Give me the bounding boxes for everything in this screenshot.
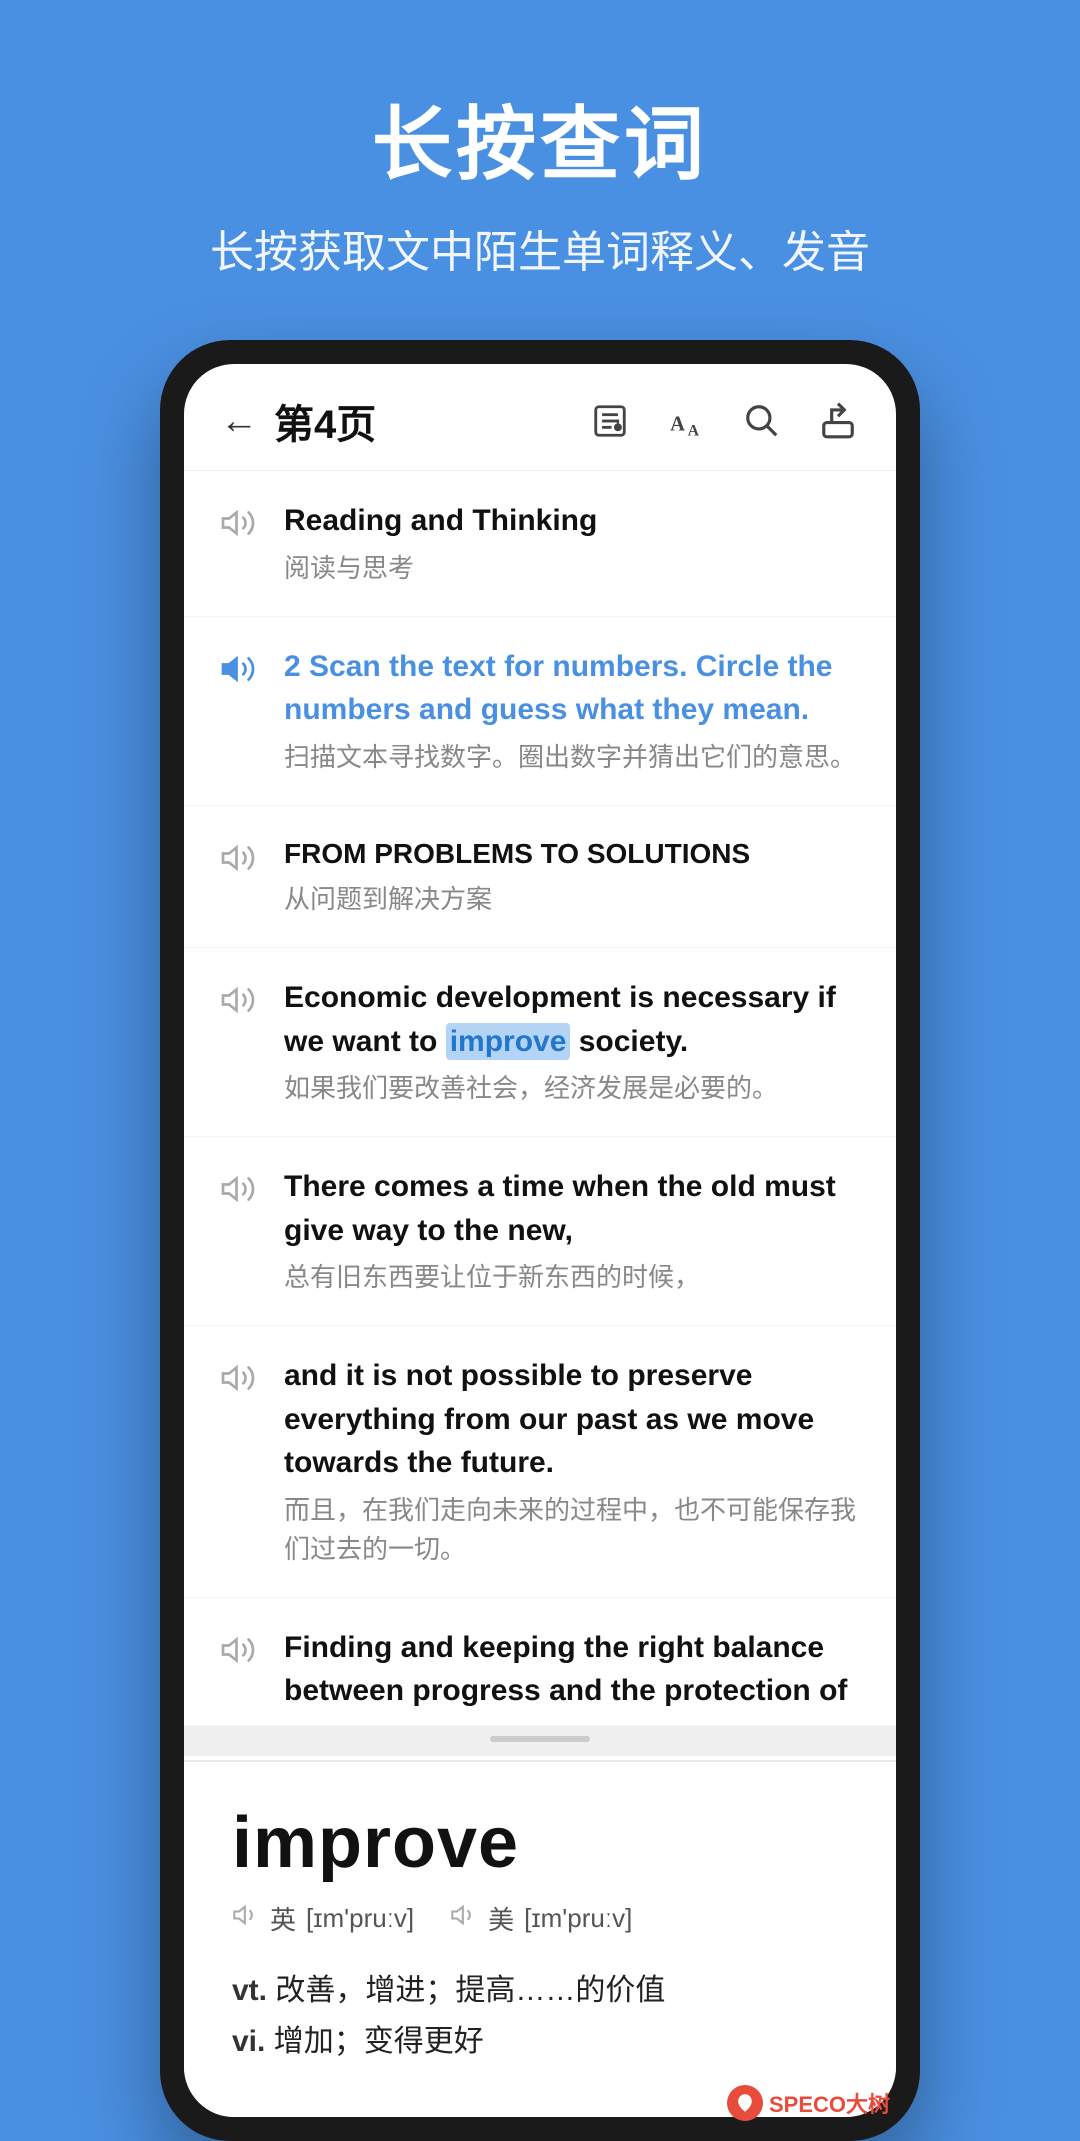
app-background: 长按查词 长按获取文中陌生单词释义、发音 ← 第4页 xyxy=(0,0,1080,2141)
phone-toolbar: ← 第4页 xyxy=(184,364,896,471)
pronunciation-row: 英 [ɪm'pruːv] 美 [ɪm'pruːv] xyxy=(232,1900,848,1937)
item-english: FROM PROBLEMS TO SOLUTIONS xyxy=(284,834,860,875)
item-chinese: 如果我们要改善社会，经济发展是必要的。 xyxy=(284,1069,860,1108)
text-after: society. xyxy=(570,1025,688,1058)
sound-icon[interactable] xyxy=(220,1360,264,1394)
phone-frame: ← 第4页 xyxy=(160,340,920,2141)
item-chinese: 阅读与思考 xyxy=(284,549,860,588)
definition-line-2: vi. 增加；变得更好 xyxy=(232,2016,848,2067)
item-english: and it is not possible to preserve every… xyxy=(284,1354,860,1485)
search-icon[interactable] xyxy=(740,399,784,443)
watermark-icon xyxy=(727,2085,763,2121)
list-item: Economic development is necessary if we … xyxy=(184,948,896,1137)
list-item: and it is not possible to preserve every… xyxy=(184,1326,896,1598)
format-settings-icon[interactable] xyxy=(588,399,632,443)
us-phonetic: [ɪm'pruːv] xyxy=(524,1903,632,1934)
sound-icon[interactable] xyxy=(220,982,264,1016)
page-title: 第4页 xyxy=(274,392,588,450)
scroll-bar xyxy=(490,1736,590,1742)
uk-sound-icon[interactable] xyxy=(232,1901,260,1936)
us-sound-icon[interactable] xyxy=(450,1901,478,1936)
scroll-indicator-area xyxy=(184,1726,896,1756)
item-chinese: 扫描文本寻找数字。圈出数字并猜出它们的意思。 xyxy=(284,738,860,777)
item-english-highlight: Economic development is necessary if we … xyxy=(284,976,860,1063)
header-subtitle: 长按获取文中陌生单词释义、发音 xyxy=(210,216,870,280)
item-chinese: 而且，在我们走向未来的过程中，也不可能保存我们过去的一切。 xyxy=(284,1491,860,1569)
item-english: There comes a time when the old must giv… xyxy=(284,1165,860,1252)
uk-pronunciation[interactable]: 英 [ɪm'pruːv] xyxy=(232,1900,414,1937)
toolbar-icons: A A xyxy=(588,399,860,443)
item-english: Finding and keeping the right balance be… xyxy=(284,1626,860,1713)
item-text: Finding and keeping the right balance be… xyxy=(284,1626,860,1713)
list-item: 2 Scan the text for numbers. Circle the … xyxy=(184,617,896,806)
sound-icon[interactable] xyxy=(220,1632,264,1666)
uk-phonetic: [ɪm'pruːv] xyxy=(306,1903,414,1934)
list-item: There comes a time when the old must giv… xyxy=(184,1137,896,1326)
item-text: and it is not possible to preserve every… xyxy=(284,1354,860,1569)
item-text: Economic development is necessary if we … xyxy=(284,976,860,1108)
font-size-icon[interactable]: A A xyxy=(664,399,708,443)
dictionary-panel: improve 英 [ɪm'pruːv] xyxy=(184,1760,896,2117)
definition-line-1: vt. 改善，增进；提高……的价值 xyxy=(232,1965,848,2016)
list-item: FROM PROBLEMS TO SOLUTIONS 从问题到解决方案 xyxy=(184,806,896,949)
list-item: Finding and keeping the right balance be… xyxy=(184,1598,896,1726)
uk-label: 英 xyxy=(270,1900,296,1937)
item-english: Reading and Thinking xyxy=(284,499,860,543)
dictionary-word: improve xyxy=(232,1802,848,1884)
phone-screen: ← 第4页 xyxy=(184,364,896,2117)
svg-text:A: A xyxy=(670,414,685,436)
watermark: SPECO大树 xyxy=(727,2085,890,2121)
item-text: 2 Scan the text for numbers. Circle the … xyxy=(284,645,860,777)
content-list: Reading and Thinking 阅读与思考 xyxy=(184,471,896,1726)
pos-label: vi. xyxy=(232,2025,265,2058)
sound-icon[interactable] xyxy=(220,505,264,539)
item-chinese: 从问题到解决方案 xyxy=(284,880,860,919)
watermark-text: SPECO大树 xyxy=(769,2087,890,2119)
us-pronunciation[interactable]: 美 [ɪm'pruːv] xyxy=(450,1900,632,1937)
item-english-blue: 2 Scan the text for numbers. Circle the … xyxy=(284,645,860,732)
svg-text:A: A xyxy=(688,422,700,439)
back-button[interactable]: ← xyxy=(220,400,258,443)
item-text: Reading and Thinking 阅读与思考 xyxy=(284,499,860,588)
item-chinese: 总有旧东西要让位于新东西的时候， xyxy=(284,1258,860,1297)
share-icon[interactable] xyxy=(816,399,860,443)
header-title: 长按查词 xyxy=(210,80,870,196)
item-text: There comes a time when the old must giv… xyxy=(284,1165,860,1297)
sound-icon[interactable] xyxy=(220,1171,264,1205)
highlighted-word[interactable]: improve xyxy=(446,1023,571,1060)
header-section: 长按查词 长按获取文中陌生单词释义、发音 xyxy=(210,80,870,280)
dictionary-definitions: vt. 改善，增进；提高……的价值 vi. 增加；变得更好 xyxy=(232,1965,848,2067)
list-item: Reading and Thinking 阅读与思考 xyxy=(184,471,896,617)
pos-label: vt. xyxy=(232,1974,267,2007)
item-text: FROM PROBLEMS TO SOLUTIONS 从问题到解决方案 xyxy=(284,834,860,920)
us-label: 美 xyxy=(488,1900,514,1937)
sound-icon-active[interactable] xyxy=(220,651,264,685)
phone-mockup: ← 第4页 xyxy=(160,340,920,2141)
sound-icon[interactable] xyxy=(220,840,264,874)
